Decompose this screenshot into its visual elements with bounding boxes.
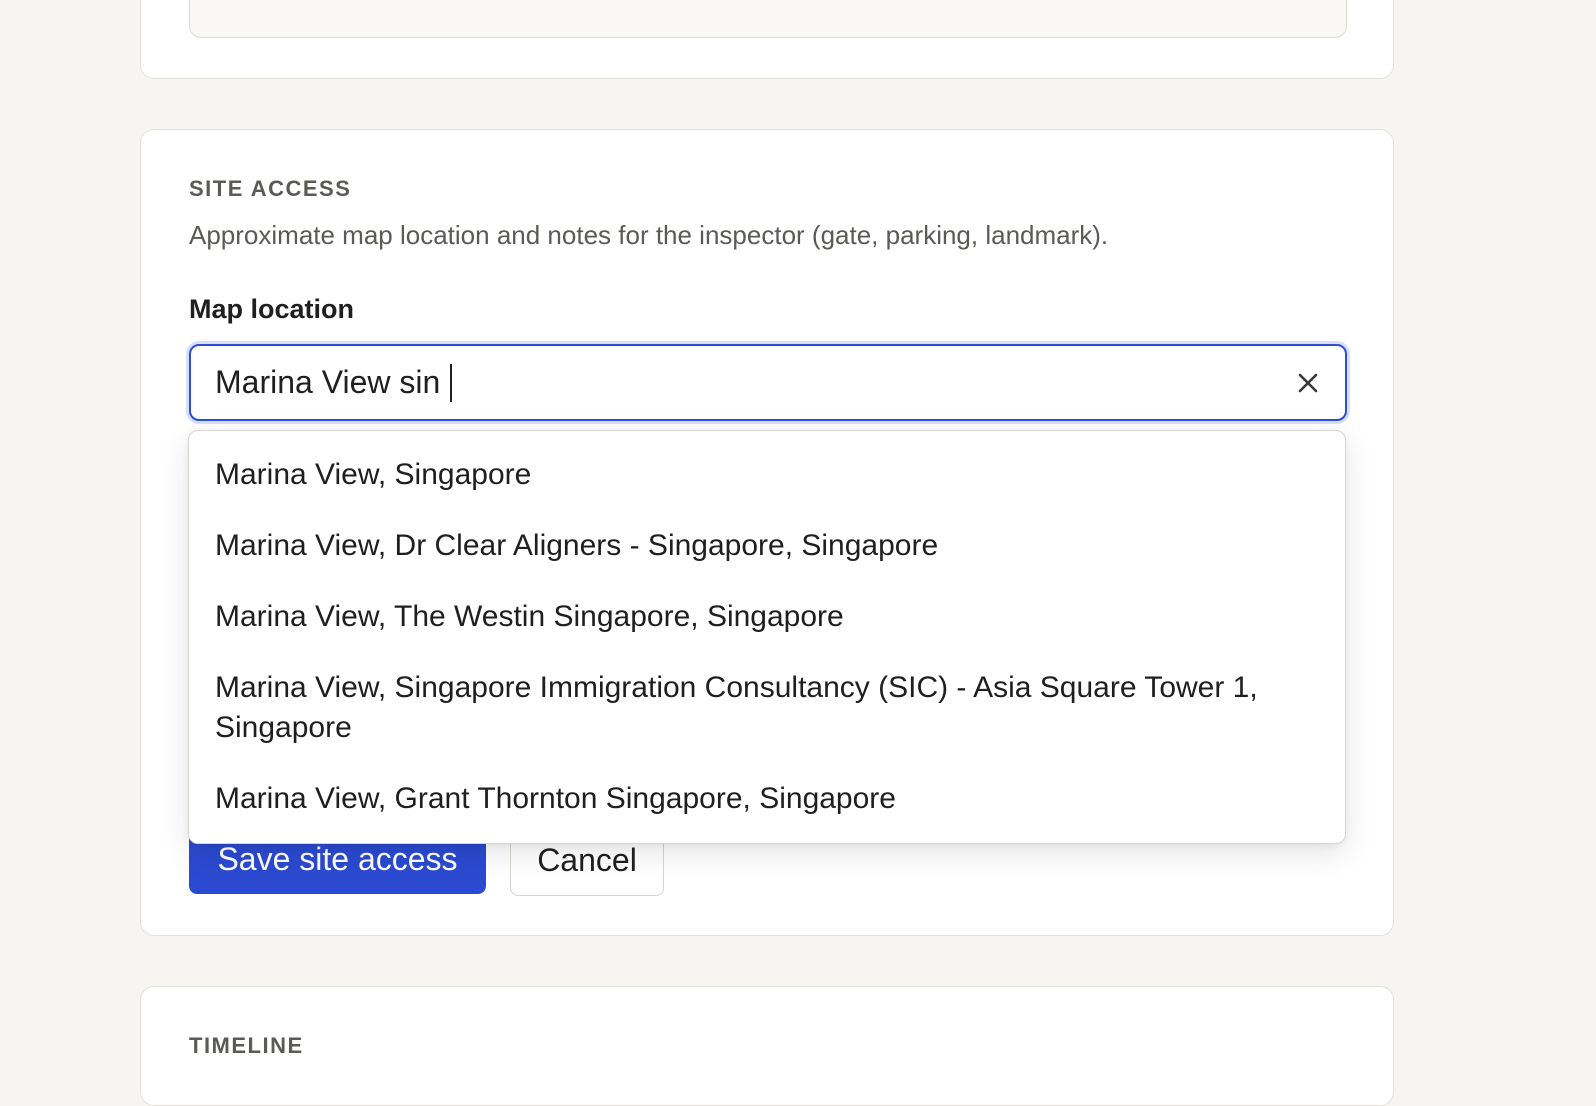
previous-section-card [140, 0, 1394, 79]
suggestion-item[interactable]: Marina View, The Westin Singapore, Singa… [189, 587, 1345, 647]
suggestion-item[interactable]: Marina View, Grant Thornton Singapore, S… [189, 769, 1345, 829]
section-description: Approximate map location and notes for t… [189, 220, 1109, 250]
section-title: SITE ACCESS [189, 176, 352, 201]
timeline-card: TIMELINE [140, 986, 1394, 1106]
suggestion-item[interactable]: Marina View, Singapore [189, 445, 1345, 505]
location-suggestions-dropdown: Marina View, Singapore Marina View, Dr C… [188, 430, 1346, 844]
map-location-label: Map location [189, 294, 355, 324]
close-icon[interactable] [1293, 368, 1323, 398]
timeline-title: TIMELINE [189, 1033, 304, 1058]
suggestion-item[interactable]: Marina View, Singapore Immigration Consu… [189, 658, 1345, 758]
suggestion-item[interactable]: Marina View, Dr Clear Aligners - Singapo… [189, 516, 1345, 576]
notes-textarea[interactable] [189, 0, 1347, 38]
map-location-input[interactable] [215, 346, 1255, 419]
text-caret [450, 364, 452, 402]
map-location-search[interactable] [189, 344, 1347, 421]
